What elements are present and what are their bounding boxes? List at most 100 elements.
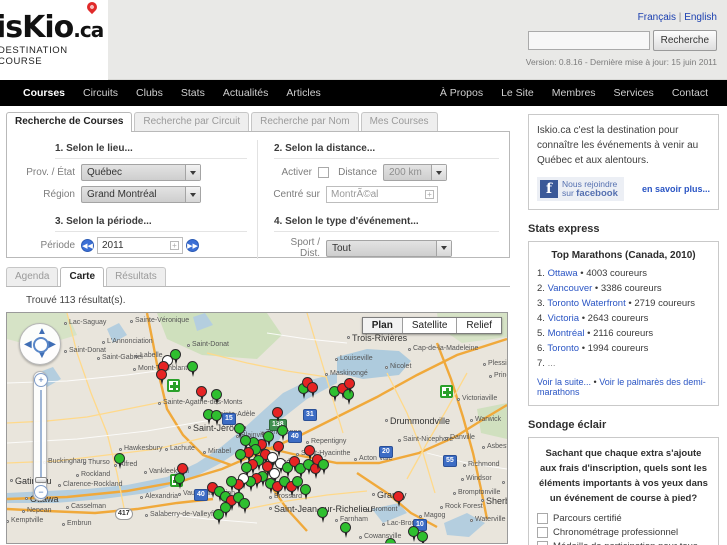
periode-input[interactable]: 2011 + (97, 237, 183, 254)
marathon-city-link[interactable]: Toronto (547, 343, 579, 354)
tab-resultats[interactable]: Résultats (106, 267, 166, 286)
nav-item-clubs[interactable]: Clubs (127, 80, 172, 106)
centre-input[interactable]: MontrÃ©al + (326, 186, 438, 203)
map-container[interactable]: Plan Satellite Relief ▲ ▼ ◀ ▶ + − Lac-Sa… (6, 312, 508, 544)
map-place-dot (398, 439, 401, 442)
period-prev-icon[interactable]: ◀◀ (81, 239, 94, 252)
map-marker[interactable] (211, 410, 222, 427)
facebook-brand: facebook (576, 188, 618, 199)
map-marker[interactable] (304, 445, 315, 462)
map-marker[interactable] (385, 538, 396, 543)
marathon-city-link[interactable]: Vancouver (548, 283, 593, 294)
pan-right-icon[interactable]: ▶ (48, 340, 56, 350)
map-marker[interactable] (174, 473, 185, 490)
map-marker[interactable] (417, 531, 428, 543)
map-place-label: Danville (450, 434, 475, 441)
marker-head (340, 522, 351, 533)
map-marker[interactable] (300, 484, 311, 501)
map-marker[interactable] (318, 459, 329, 476)
nav-item-services[interactable]: Services (605, 80, 663, 106)
nav-item-circuits[interactable]: Circuits (74, 80, 127, 106)
map-marker[interactable] (340, 522, 351, 539)
tab-recherche-par-nom[interactable]: Recherche par Nom (251, 112, 359, 131)
nav-item-a-propos[interactable]: À Propos (431, 80, 492, 106)
nav-item-contact[interactable]: Contact (663, 80, 717, 106)
route-shield-icon: 20 (379, 446, 393, 458)
map-pin-icon (85, 0, 100, 15)
nav-item-stats[interactable]: Stats (172, 80, 214, 106)
poll-option-checkbox[interactable] (537, 527, 548, 538)
poll-option[interactable]: Parcours certifié (537, 513, 710, 524)
map-marker[interactable] (277, 425, 288, 442)
activer-checkbox[interactable] (318, 167, 329, 178)
poll-options-list: Parcours certifié Chronométrage professio… (537, 513, 710, 545)
map-marker[interactable] (239, 498, 250, 515)
map-marker[interactable] (307, 382, 318, 399)
map-marker[interactable] (196, 386, 207, 403)
marathon-city-link[interactable]: Ottawa (548, 268, 578, 279)
marker-head (213, 509, 224, 520)
map-place-dot (187, 344, 190, 347)
version-text: Version: 0.8.16 - Dernière mise à jour: … (525, 57, 717, 67)
calendar-icon[interactable]: + (170, 241, 179, 250)
tab-agenda[interactable]: Agenda (6, 267, 59, 286)
nav-item-membres[interactable]: Membres (543, 80, 605, 106)
province-select[interactable]: Québec (81, 164, 201, 181)
map-type-plan[interactable]: Plan (362, 318, 403, 333)
map-marker[interactable] (156, 369, 167, 386)
field-province: Prov. / État Québec (17, 164, 247, 181)
map-marker[interactable] (317, 507, 328, 524)
marathon-rank: 2. (537, 283, 548, 294)
lang-link-francais[interactable]: Français (638, 12, 676, 23)
tab-mes-courses[interactable]: Mes Courses (360, 112, 438, 131)
facebook-button[interactable]: f Nous rejoindre sur facebook (537, 177, 624, 201)
map-marker[interactable] (187, 361, 198, 378)
lang-link-english[interactable]: English (684, 12, 717, 23)
nav-item-courses[interactable]: Courses (14, 80, 74, 106)
poll-option-checkbox[interactable] (537, 541, 548, 545)
en-savoir-plus-link[interactable]: en savoir plus... (642, 184, 710, 194)
site-logo[interactable]: isKio.ca DESTINATION COURSE (0, 0, 108, 80)
nav-item-actualites[interactable]: Actualités (214, 80, 278, 106)
pan-center-icon[interactable] (33, 337, 49, 353)
poll-option-checkbox[interactable] (537, 513, 548, 524)
poll-option[interactable]: Médaille de participation pour tous (537, 541, 710, 545)
map-marker[interactable] (344, 378, 355, 395)
sport-select[interactable]: Tout (326, 239, 452, 257)
map-marker[interactable] (213, 509, 224, 526)
poll-option[interactable]: Chronométrage professionnel (537, 527, 710, 538)
facebook-label: Nous rejoindre sur facebook (562, 180, 618, 199)
tab-carte[interactable]: Carte (60, 267, 105, 287)
top-marathon-item: 3. Toronto Waterfront • 2719 coureurs (537, 298, 710, 309)
map-zoom-slider[interactable]: + − (33, 371, 48, 501)
map-marker[interactable] (272, 407, 283, 424)
marker-head (211, 389, 222, 400)
tab-recherche-de-courses[interactable]: Recherche de Courses (6, 112, 133, 132)
map-marker[interactable] (393, 491, 404, 508)
map-type-relief[interactable]: Relief (457, 318, 501, 333)
nav-item-articles[interactable]: Articles (277, 80, 329, 106)
marathon-city-link[interactable]: Toronto Waterfront (547, 298, 625, 309)
marker-head (385, 538, 396, 543)
region-select[interactable]: Grand Montréal (81, 186, 201, 203)
nav-item-le-site[interactable]: Le Site (492, 80, 543, 106)
locate-icon[interactable]: + (425, 190, 434, 199)
marathon-city-link[interactable]: Montréal (548, 328, 585, 339)
search-input[interactable] (527, 31, 650, 50)
marathon-city-link[interactable]: Victoria (548, 313, 580, 324)
search-button[interactable]: Recherche (652, 30, 717, 51)
zoom-handle[interactable] (35, 477, 47, 483)
voir-la-suite-link[interactable]: Voir la suite... (537, 377, 591, 387)
zoom-out-button[interactable]: − (34, 485, 48, 499)
distance-select[interactable]: 200 km (383, 164, 447, 181)
pan-up-icon[interactable]: ▲ (37, 327, 47, 337)
pan-left-icon[interactable]: ◀ (24, 340, 32, 350)
map-marker[interactable] (211, 389, 222, 406)
map-marker[interactable] (114, 453, 125, 470)
period-next-icon[interactable]: ▶▶ (186, 239, 199, 252)
map-type-satellite[interactable]: Satellite (402, 318, 458, 333)
zoom-in-button[interactable]: + (34, 373, 48, 387)
step4-title: 4. Selon le type d'événement... (274, 216, 499, 232)
map-pan-control[interactable]: ▲ ▼ ◀ ▶ (19, 323, 61, 365)
tab-recherche-par-circuit[interactable]: Recherche par Circuit (134, 112, 250, 131)
